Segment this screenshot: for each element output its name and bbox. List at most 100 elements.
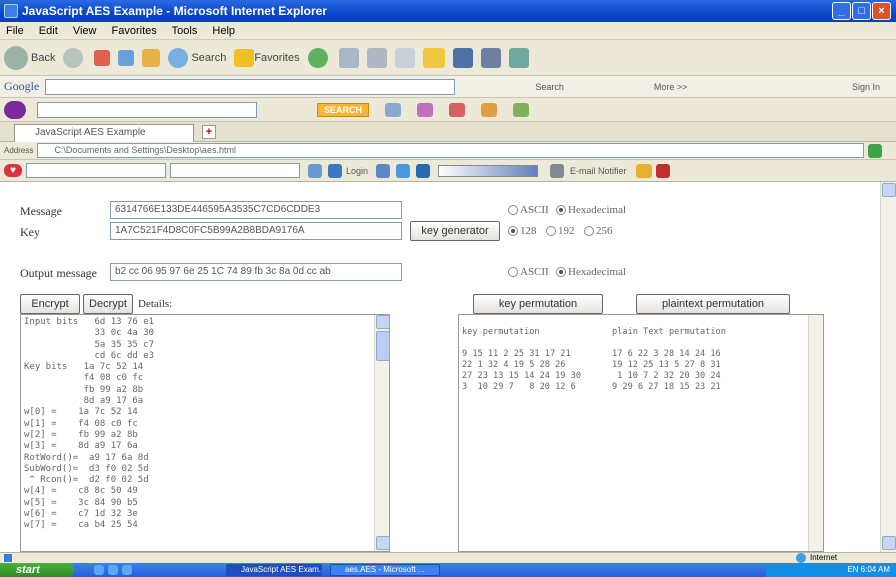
key-size-128-option[interactable]: 128	[508, 225, 537, 237]
scroll-down-icon[interactable]	[376, 536, 390, 550]
key-size-192-option[interactable]: 192	[546, 225, 575, 237]
key-size-256-option[interactable]: 256	[584, 225, 613, 237]
menu-edit[interactable]: Edit	[39, 25, 58, 37]
details-label: Details:	[138, 298, 173, 310]
message-hex-option[interactable]: Hexadecimal	[556, 204, 626, 216]
stop-icon	[94, 49, 111, 66]
calendar-icon[interactable]	[415, 163, 430, 178]
page-scrollbar[interactable]	[880, 182, 896, 552]
plaintext-permutation-button[interactable]: plaintext permutation	[636, 294, 790, 314]
folder-icon	[422, 47, 445, 68]
radio-selected-icon	[556, 205, 566, 216]
page-scroll-down-icon[interactable]	[882, 536, 896, 550]
news-icon[interactable]	[327, 163, 342, 178]
yahoo-mail-icon[interactable]	[417, 102, 434, 117]
google-search-button[interactable]: Search	[535, 82, 564, 92]
decrypt-button[interactable]: Decrypt	[83, 294, 133, 314]
progress-indicator	[437, 164, 538, 177]
tools-icon[interactable]	[375, 163, 390, 178]
home-button[interactable]	[142, 48, 161, 67]
mail-icon	[338, 47, 359, 68]
weather-icon[interactable]	[307, 163, 322, 178]
forward-arrow-icon	[63, 47, 84, 68]
quicklaunch-media-icon[interactable]	[122, 565, 132, 575]
radio-icon	[508, 205, 518, 216]
stop-button[interactable]	[94, 49, 111, 66]
permutation-scrollbar[interactable]	[808, 315, 823, 551]
taskbar: start JavaScript AES Exam... aes.AES - M…	[0, 563, 896, 577]
tool-button[interactable]	[508, 47, 529, 68]
permutation-textarea[interactable]: key permutation plain Text permutation 9…	[458, 314, 824, 552]
yahoo-search-input[interactable]	[37, 101, 257, 118]
quicklaunch-ie-icon[interactable]	[94, 565, 104, 575]
key-input[interactable]: 1A7C521F4D8C0FC5B99A2B8BDA9176A	[110, 222, 402, 240]
edit-button[interactable]	[394, 47, 415, 68]
refresh-button[interactable]	[118, 49, 135, 66]
menu-help[interactable]: Help	[212, 25, 235, 37]
close-button[interactable]: ×	[872, 2, 891, 20]
chat-icon[interactable]	[395, 163, 410, 178]
address-label: Address	[4, 146, 34, 155]
login-link[interactable]: Login	[346, 166, 368, 176]
research-button[interactable]	[452, 47, 473, 68]
page-scroll-up-icon[interactable]	[882, 183, 896, 197]
google-search-input[interactable]	[45, 78, 456, 95]
page-content: Message 6314766E133DE446595A3535C7CD6CDD…	[0, 182, 896, 552]
links-dropdown[interactable]	[169, 163, 300, 178]
email-notifier-link[interactable]: E-mail Notifier	[570, 166, 627, 176]
google-signin-link[interactable]: Sign In	[852, 82, 880, 92]
taskbar-item-aes-example[interactable]: JavaScript AES Exam...	[226, 564, 322, 576]
scroll-up-icon[interactable]	[376, 315, 390, 329]
menu-bar: File Edit View Favorites Tools Help	[0, 22, 896, 40]
alert-icon[interactable]	[656, 163, 671, 178]
mail-button[interactable]	[338, 47, 359, 68]
address-bar: Address C:\Documents and Settings\Deskto…	[0, 142, 896, 160]
yahoo-bookmark-icon[interactable]	[385, 102, 402, 117]
taskbar-item-aes-microsoft[interactable]: aes.AES - Microsoft ...	[330, 564, 440, 576]
go-arrow-icon[interactable]	[868, 143, 882, 158]
output-ascii-option[interactable]: ASCII	[508, 266, 549, 278]
search-button[interactable]: Search	[168, 47, 226, 68]
status-bar: Internet	[0, 552, 896, 563]
yahoo-news-icon[interactable]	[449, 102, 466, 117]
research-icon	[452, 47, 473, 68]
maximize-button[interactable]: □	[852, 2, 871, 20]
quicklaunch-desktop-icon[interactable]	[108, 565, 118, 575]
output-hex-option[interactable]: Hexadecimal	[556, 266, 626, 278]
menu-favorites[interactable]: Favorites	[112, 25, 157, 37]
output-input[interactable]: b2 cc 06 95 97 6e 25 1C 74 89 fb 3c 8a 0…	[110, 263, 402, 281]
messenger-button[interactable]	[480, 47, 501, 68]
message-label: Message	[20, 204, 62, 218]
menu-file[interactable]: File	[6, 25, 24, 37]
print-button[interactable]	[366, 47, 387, 68]
key-generator-button[interactable]: key generator	[410, 221, 500, 241]
scroll-thumb[interactable]	[376, 331, 390, 361]
favorites-button[interactable]: Favorites	[234, 48, 300, 67]
back-button[interactable]: Back	[4, 45, 55, 70]
folder-button[interactable]	[422, 47, 445, 68]
address-input[interactable]: C:\Documents and Settings\Desktop\aes.ht…	[37, 143, 864, 158]
bookmark-icon[interactable]	[636, 163, 653, 178]
forward-button[interactable]	[63, 47, 86, 68]
message-ascii-option[interactable]: ASCII	[508, 204, 549, 216]
message-input[interactable]: 6314766E133DE446595A3535C7CD6CDDE3	[110, 201, 402, 219]
start-button[interactable]: start	[0, 563, 74, 577]
yahoo-shopping-icon[interactable]	[481, 102, 498, 117]
encrypt-button[interactable]: Encrypt	[20, 294, 80, 314]
details-scrollbar[interactable]	[374, 315, 390, 551]
minimize-button[interactable]: _	[832, 2, 851, 20]
menu-view[interactable]: View	[73, 25, 97, 37]
key-label: Key	[20, 225, 40, 239]
menu-tools[interactable]: Tools	[172, 25, 198, 37]
details-textarea[interactable]: Input bits 6d 13 76 e1 33 0c 4a 30 5a 35…	[20, 314, 390, 552]
links-search-input[interactable]	[25, 163, 166, 178]
google-more-link[interactable]: More >>	[654, 82, 688, 92]
tab-aes-example[interactable]: JavaScript AES Example	[14, 124, 194, 142]
settings-icon[interactable]	[549, 163, 564, 178]
yahoo-search-button[interactable]: SEARCH	[317, 102, 370, 117]
key-permutation-button[interactable]: key permutation	[473, 294, 603, 314]
history-button[interactable]	[307, 47, 331, 68]
yahoo-toolbar: SEARCH	[0, 98, 896, 122]
yahoo-music-icon[interactable]	[513, 102, 530, 117]
new-tab-button[interactable]: +	[202, 125, 216, 139]
